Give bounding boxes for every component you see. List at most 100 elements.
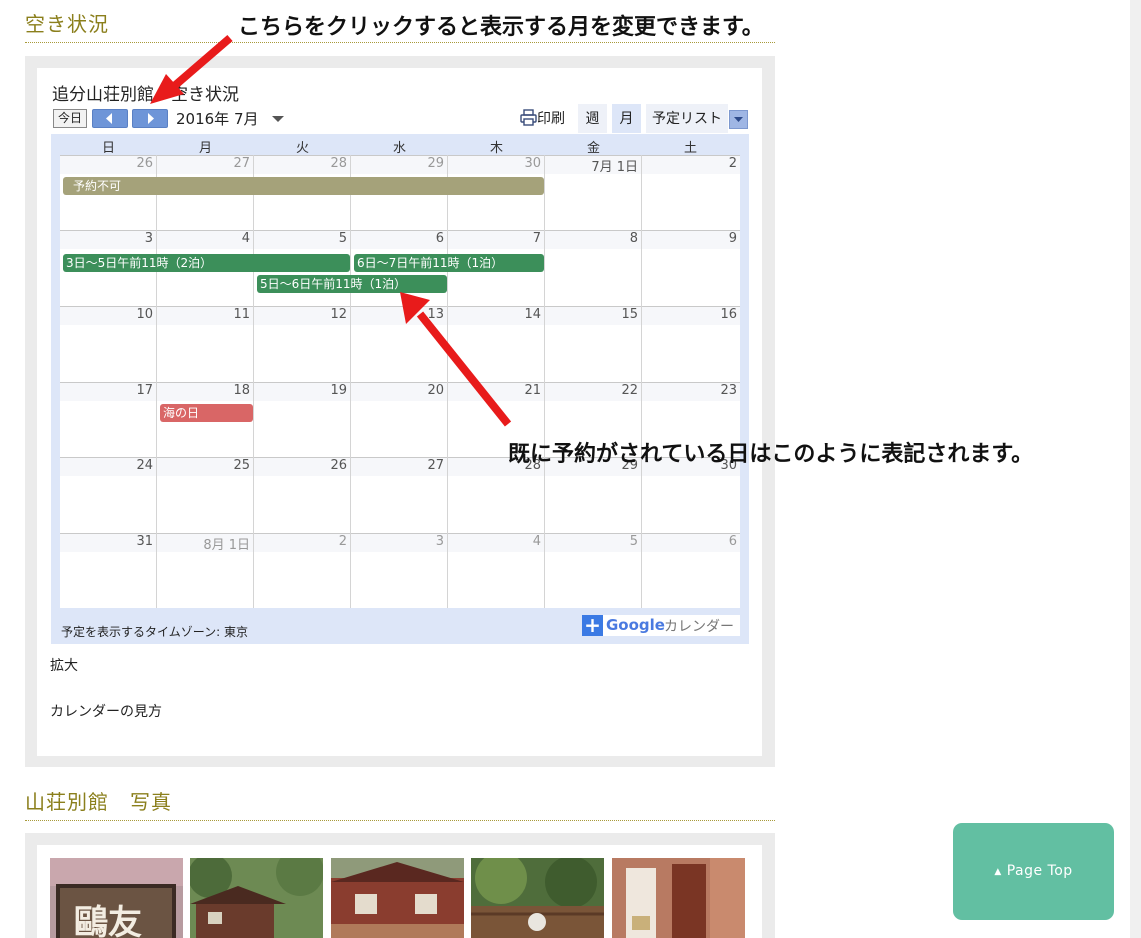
day-cell[interactable]: 13 [351, 306, 448, 382]
day-number: 8 [629, 231, 638, 246]
printer-icon [520, 109, 537, 126]
day-cell[interactable]: 30 [642, 457, 740, 533]
day-cell[interactable]: 2 [254, 533, 351, 608]
day-number: 3 [144, 231, 153, 246]
week-row: 24 25 26 27 28 29 30 [60, 457, 740, 533]
event-holiday[interactable]: 海の日 [160, 404, 253, 422]
day-cell[interactable]: 6 [642, 533, 740, 608]
day-cell[interactable]: 9 [642, 230, 740, 306]
day-number: 29 [427, 156, 444, 171]
section-divider [25, 42, 775, 43]
chevron-left-icon [106, 113, 112, 124]
google-calendar-button[interactable]: + Google カレンダー [582, 615, 740, 636]
day-number: 27 [427, 458, 444, 473]
day-cell[interactable]: 5 [545, 533, 642, 608]
day-cell[interactable]: 7月 1日 [545, 155, 642, 231]
enlarge-link[interactable]: 拡大 [50, 655, 78, 675]
day-number: 31 [136, 534, 153, 549]
day-number: 17 [136, 383, 153, 398]
day-cell[interactable]: 17 [60, 382, 157, 457]
day-number: 12 [330, 307, 347, 322]
annotation-month-change: こちらをクリックすると表示する月を変更できます。 [238, 15, 764, 40]
how-to-read-link[interactable]: カレンダーの見方 [50, 701, 162, 721]
photo-thumbnail-terrace[interactable] [471, 858, 604, 938]
day-number: 3 [435, 534, 444, 549]
day-number: 2 [728, 156, 737, 171]
photo-thumbnail-interior[interactable] [612, 858, 745, 938]
day-number: 4 [241, 231, 250, 246]
day-cell[interactable]: 20 [351, 382, 448, 457]
event-unavailable[interactable]: 予約不可 [63, 177, 544, 195]
event-booking-5-6[interactable]: 5日〜6日午前11時（1泊） [257, 275, 447, 293]
day-number: 28 [330, 156, 347, 171]
day-cell[interactable]: 12 [254, 306, 351, 382]
event-booking-3-5[interactable]: 3日〜5日午前11時（2泊） [63, 254, 350, 272]
day-number: 14 [524, 307, 541, 322]
day-cell[interactable]: 25 [157, 457, 254, 533]
day-cell[interactable]: 2 [642, 155, 740, 231]
plus-icon: + [582, 615, 603, 636]
day-number: 5 [629, 534, 638, 549]
svg-text:鷗友: 鷗友 [74, 903, 142, 938]
timezone-note: 予定を表示するタイムゾーン: 東京 [61, 625, 249, 639]
page-top-label: Page Top [1006, 863, 1073, 879]
weekday-header-tue: 火 [295, 141, 309, 156]
week-row: 31 8月 1日 2 3 4 5 6 [60, 533, 740, 608]
day-cell[interactable]: 8月 1日 [157, 533, 254, 608]
day-number: 2 [338, 534, 347, 549]
day-cell[interactable]: 19 [254, 382, 351, 457]
photo-thumbnail-sign[interactable]: 鷗友 [50, 858, 183, 938]
print-label: 印刷 [537, 111, 565, 127]
day-number: 4 [532, 534, 541, 549]
day-cell[interactable]: 26 [254, 457, 351, 533]
caret-down-icon[interactable] [272, 116, 284, 122]
day-number: 16 [720, 307, 737, 322]
section-divider [25, 820, 775, 821]
day-number: 26 [330, 458, 347, 473]
day-number: 27 [233, 156, 250, 171]
today-button[interactable]: 今日 [53, 109, 87, 128]
day-cell[interactable]: 27 [351, 457, 448, 533]
day-number: 18 [233, 383, 250, 398]
day-cell[interactable]: 3 [351, 533, 448, 608]
day-cell[interactable]: 10 [60, 306, 157, 382]
day-cell[interactable]: 24 [60, 457, 157, 533]
day-cell[interactable]: 14 [448, 306, 545, 382]
day-number: 30 [524, 156, 541, 171]
next-month-button[interactable] [132, 109, 168, 128]
day-number: 20 [427, 383, 444, 398]
google-logo: Google [606, 616, 665, 634]
day-cell[interactable]: 28 [448, 457, 545, 533]
photo-thumbnail-cabin-woods[interactable] [190, 858, 323, 938]
weekday-header-mon: 月 [198, 141, 212, 156]
day-cell[interactable]: 15 [545, 306, 642, 382]
view-dropdown-button[interactable] [729, 110, 748, 129]
weekday-header-thu: 木 [489, 141, 503, 156]
event-booking-6-7[interactable]: 6日〜7日午前11時（1泊） [354, 254, 544, 272]
day-cell[interactable]: 4 [448, 533, 545, 608]
day-number: 6 [728, 534, 737, 549]
current-month-label[interactable]: 2016年 7月 [176, 108, 259, 129]
prev-month-button[interactable] [92, 109, 128, 128]
day-number: 7月 1日 [591, 160, 638, 175]
weekday-header-wed: 水 [392, 141, 406, 156]
day-cell[interactable]: 31 [60, 533, 157, 608]
day-cell[interactable]: 8 [545, 230, 642, 306]
print-button[interactable]: 印刷 [520, 108, 565, 128]
photo-thumbnail-cabin-front[interactable] [331, 858, 464, 938]
page-scrollbar[interactable] [1130, 0, 1141, 938]
page-top-button[interactable]: ▲ Page Top [953, 823, 1114, 920]
day-number: 11 [233, 307, 250, 322]
day-cell[interactable]: 16 [642, 306, 740, 382]
day-number: 10 [136, 307, 153, 322]
tab-agenda[interactable]: 予定リスト [646, 104, 728, 133]
tab-month[interactable]: 月 [612, 104, 641, 133]
day-number: 6 [435, 231, 444, 246]
day-cell[interactable]: 29 [545, 457, 642, 533]
tab-week[interactable]: 週 [578, 104, 607, 133]
section-title-availability: 空き状況 [25, 12, 109, 36]
day-cell[interactable]: 11 [157, 306, 254, 382]
day-number: 7 [532, 231, 541, 246]
triangle-down-icon [734, 117, 743, 122]
day-number: 9 [728, 231, 737, 246]
